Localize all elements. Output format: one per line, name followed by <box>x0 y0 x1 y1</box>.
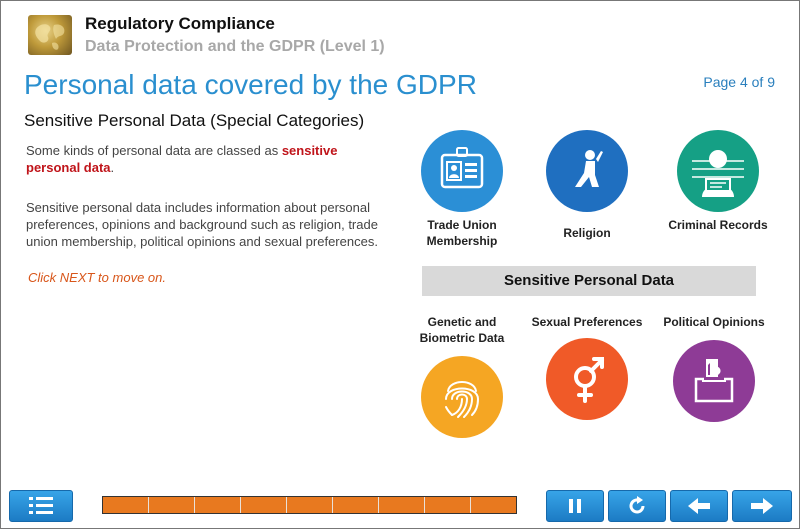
fingerprint-icon <box>421 356 503 438</box>
course-logo <box>28 15 72 55</box>
next-hint: Click NEXT to move on. <box>28 270 166 285</box>
prisoner-icon <box>677 130 759 212</box>
progress-segment <box>287 497 333 513</box>
progress-segment <box>425 497 471 513</box>
intro-suffix: . <box>110 160 115 175</box>
praying-person-icon <box>546 130 628 212</box>
course-title: Data Protection and the GDPR (Level 1) <box>85 38 385 55</box>
sensitive-data-banner: Sensitive Personal Data <box>422 266 756 296</box>
replay-button[interactable] <box>608 490 666 522</box>
course-window: Regulatory Compliance Data Protection an… <box>0 0 800 529</box>
progress-segment <box>379 497 425 513</box>
pause-icon <box>569 499 581 513</box>
replay-icon <box>629 496 645 514</box>
id-badge-icon <box>421 130 503 212</box>
category-label: Religion <box>563 226 611 240</box>
back-button[interactable] <box>670 490 728 522</box>
arrow-left-icon <box>688 498 710 514</box>
progress-segment <box>103 497 149 513</box>
progress-segment <box>333 497 379 513</box>
intro-paragraph: Some kinds of personal data are classed … <box>26 142 386 176</box>
progress-segment <box>149 497 195 513</box>
course-progress-bar <box>102 496 517 514</box>
intro-text: Some kinds of personal data are classed … <box>26 143 282 158</box>
menu-button[interactable] <box>9 490 73 522</box>
category-trade-union: Trade Union Membership <box>402 130 522 249</box>
ballot-box-icon <box>673 340 755 422</box>
category-criminal-records: Criminal Records <box>658 130 778 233</box>
pause-button[interactable] <box>546 490 604 522</box>
category-label: Political Opinions <box>663 315 765 329</box>
category-label: Criminal Records <box>668 218 768 232</box>
arrow-right-icon <box>751 498 773 514</box>
category-label: Trade Union Membership <box>426 218 498 248</box>
category-label: Genetic and Biometric Data <box>419 315 505 345</box>
category-genetic-biometric: Genetic and Biometric Data <box>402 314 522 438</box>
category-political-opinions: Political Opinions <box>654 314 774 422</box>
page-indicator: Page 4 of 9 <box>703 74 775 90</box>
progress-segment <box>195 497 241 513</box>
app-title: Regulatory Compliance <box>85 14 275 33</box>
category-religion: Religion <box>527 130 647 241</box>
category-sexual-preferences: Sexual Preferences <box>527 314 647 420</box>
gender-symbol-icon <box>546 338 628 420</box>
category-label: Sexual Preferences <box>531 315 643 329</box>
section-heading: Sensitive Personal Data (Special Categor… <box>24 111 365 130</box>
menu-list-icon <box>29 497 53 514</box>
progress-segment <box>241 497 287 513</box>
next-button[interactable] <box>732 490 792 522</box>
progress-segment <box>471 497 516 513</box>
page-title: Personal data covered by the GDPR <box>24 69 477 100</box>
detail-paragraph: Sensitive personal data includes informa… <box>26 200 378 249</box>
